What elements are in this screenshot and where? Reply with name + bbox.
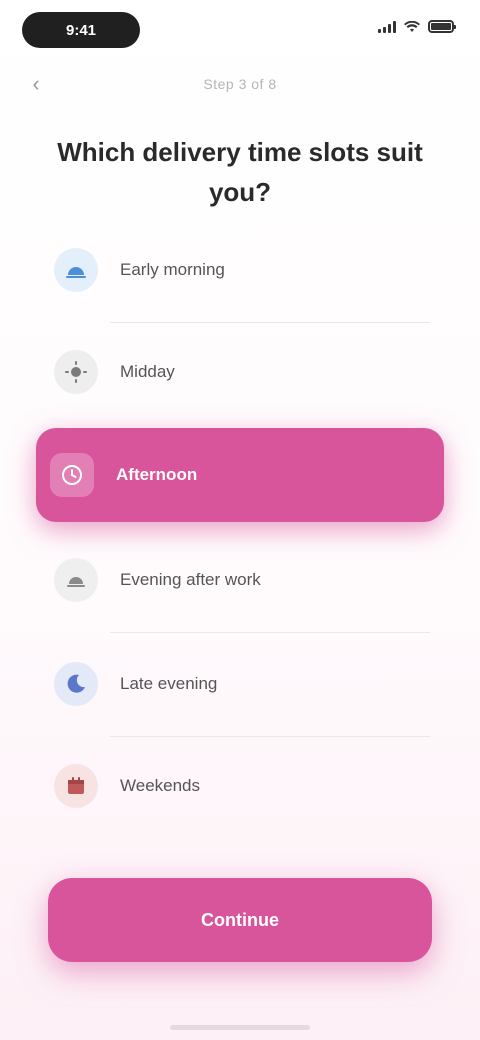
option-weekends[interactable]: Weekends [40, 738, 440, 834]
status-bar: 9:41 [0, 0, 480, 64]
option-label: Afternoon [116, 465, 198, 484]
signal-icon [378, 20, 396, 33]
status-icons [378, 20, 456, 33]
option-afternoon[interactable]: Afternoon [36, 428, 444, 522]
home-indicator [170, 1025, 310, 1030]
wifi-icon [404, 20, 420, 32]
option-midday[interactable]: Midday [40, 324, 440, 420]
top-nav: ‹ Step 3 of 8 [0, 64, 480, 104]
continue-button[interactable]: Continue [48, 878, 432, 962]
divider [110, 322, 430, 323]
clock-icon [50, 453, 94, 497]
option-label: Late evening [120, 674, 218, 693]
step-indicator: Step 3 of 8 [203, 76, 277, 92]
option-label: Evening after work [120, 570, 261, 589]
option-late-evening[interactable]: Late evening [40, 636, 440, 732]
battery-icon [428, 20, 456, 33]
status-time: 9:41 [22, 12, 140, 48]
divider [110, 632, 430, 633]
question-title: Which delivery time slots suit you? [57, 137, 423, 207]
option-label: Weekends [120, 776, 201, 795]
option-label: Midday [120, 362, 175, 381]
option-early-morning[interactable]: Early morning [40, 222, 440, 318]
back-arrow-icon[interactable]: ‹ [24, 71, 48, 96]
sunrise-icon [54, 248, 98, 292]
sun-icon [54, 350, 98, 394]
option-label: Early morning [120, 260, 225, 279]
calendar-icon [54, 764, 98, 808]
divider [110, 736, 430, 737]
sunset-icon [54, 558, 98, 602]
screen: 9:41 ‹ Step 3 of 8 Which delivery time s… [0, 0, 480, 1040]
option-evening-after-work[interactable]: Evening after work [40, 532, 440, 628]
moon-icon [54, 662, 98, 706]
